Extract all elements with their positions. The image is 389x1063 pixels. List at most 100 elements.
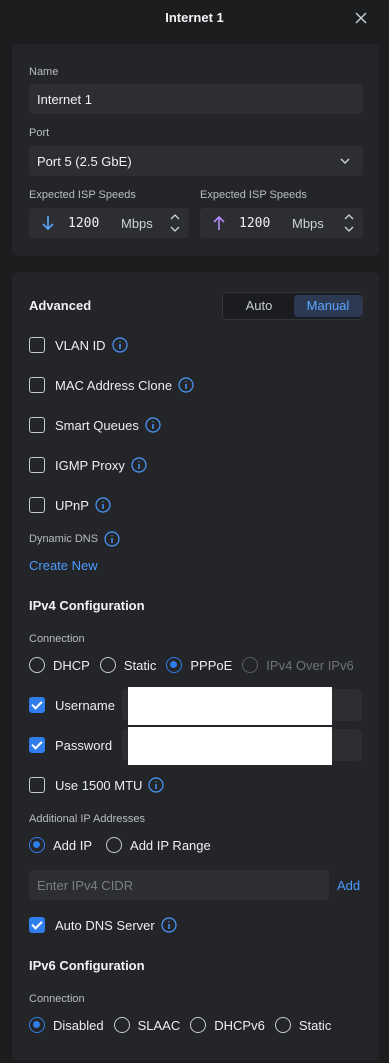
- radio[interactable]: [242, 657, 259, 673]
- ipv6-disabled-option[interactable]: Disabled: [29, 1017, 104, 1033]
- mode-toggle: Auto Manual: [222, 292, 363, 320]
- smart-queues-option[interactable]: Smart Queues: [29, 415, 161, 435]
- password-checkbox[interactable]: [29, 737, 45, 753]
- vlan-id-option[interactable]: VLAN ID: [29, 335, 128, 355]
- info-icon[interactable]: [95, 497, 111, 513]
- option-label: Static: [123, 657, 157, 673]
- radio[interactable]: [166, 657, 183, 673]
- upnp-option[interactable]: UPnP: [29, 495, 111, 515]
- mac-clone-option[interactable]: MAC Address Clone: [29, 375, 194, 395]
- download-speed-field[interactable]: 1200 Mbps: [29, 208, 189, 238]
- ipv6-connection-label: Connection: [29, 993, 85, 1005]
- radio[interactable]: [29, 837, 45, 853]
- cidr-input[interactable]: [29, 870, 329, 900]
- port-label: Port: [29, 127, 50, 139]
- dialog-title: Internet 1: [165, 10, 224, 25]
- ipv6-slaac-option[interactable]: SLAAC: [113, 1017, 181, 1033]
- info-icon[interactable]: [111, 337, 128, 353]
- option-label: Add IP: [53, 837, 93, 853]
- vlan-id-checkbox[interactable]: [29, 337, 45, 353]
- ipv4-over-ipv6-option[interactable]: IPv4 Over IPv6: [242, 657, 354, 673]
- username-field[interactable]: [122, 687, 362, 725]
- ipv4-static-option[interactable]: Static: [99, 657, 157, 673]
- ipv4-pppoe-option[interactable]: PPPoE: [166, 657, 232, 673]
- info-icon[interactable]: [104, 531, 120, 547]
- mac-clone-label: MAC Address Clone: [55, 377, 173, 393]
- advanced-card: Advanced Auto Manual VLAN ID MAC Address…: [12, 272, 379, 1060]
- redaction: [128, 687, 332, 725]
- name-value: Internet 1: [37, 92, 92, 107]
- info-icon[interactable]: [161, 917, 177, 933]
- radio[interactable]: [190, 1017, 207, 1033]
- option-label: DHCP: [53, 657, 90, 673]
- radio[interactable]: [113, 1017, 130, 1033]
- mac-clone-checkbox[interactable]: [29, 377, 45, 393]
- port-value: Port 5 (2.5 GbE): [37, 154, 132, 169]
- radio[interactable]: [29, 1017, 45, 1033]
- mode-manual-button[interactable]: Manual: [294, 295, 362, 317]
- radio[interactable]: [99, 657, 116, 673]
- username-checkbox[interactable]: [29, 697, 45, 713]
- ipv6-title: IPv6 Configuration: [29, 958, 145, 973]
- ipv4-connection-label: Connection: [29, 633, 85, 645]
- stepper-icon[interactable]: [169, 211, 181, 235]
- upnp-label: UPnP: [55, 497, 89, 513]
- vlan-id-label: VLAN ID: [55, 337, 106, 353]
- dynamic-dns-label: Dynamic DNS: [29, 533, 99, 545]
- general-card: Name Internet 1 Port Port 5 (2.5 GbE) Ex…: [12, 44, 379, 256]
- option-label: Static: [298, 1017, 332, 1033]
- option-label: DHCPv6: [214, 1017, 265, 1033]
- option-label: PPPoE: [190, 657, 233, 673]
- auto-dns-label: Auto DNS Server: [55, 917, 155, 933]
- upload-speed-value: 1200: [239, 216, 271, 231]
- info-icon[interactable]: [148, 777, 165, 793]
- password-option[interactable]: Password: [29, 735, 112, 755]
- igmp-proxy-checkbox[interactable]: [29, 457, 45, 473]
- username-label: Username: [55, 697, 115, 713]
- download-speed-unit: Mbps: [121, 216, 153, 231]
- password-field[interactable]: [122, 727, 362, 765]
- ipv6-static-option[interactable]: Static: [274, 1017, 332, 1033]
- mtu-option[interactable]: Use 1500 MTU: [29, 775, 165, 795]
- username-option[interactable]: Username: [29, 695, 115, 715]
- ipv4-title: IPv4 Configuration: [29, 598, 145, 613]
- name-label: Name: [29, 66, 59, 78]
- ipv6-dhcpv6-option[interactable]: DHCPv6: [190, 1017, 265, 1033]
- option-label: Add IP Range: [130, 837, 211, 853]
- advanced-title: Advanced: [29, 298, 92, 313]
- dynamic-dns-header: Dynamic DNS: [29, 529, 120, 549]
- smart-queues-checkbox[interactable]: [29, 417, 45, 433]
- mtu-checkbox[interactable]: [29, 777, 45, 793]
- add-ip-range-option[interactable]: Add IP Range: [106, 837, 211, 853]
- auto-dns-checkbox[interactable]: [29, 917, 45, 933]
- ipv6-connection-group: Disabled SLAAC DHCPv6 Static: [29, 1015, 341, 1035]
- option-label: IPv4 Over IPv6: [266, 657, 354, 673]
- radio[interactable]: [29, 657, 45, 673]
- port-select[interactable]: Port 5 (2.5 GbE): [29, 146, 363, 176]
- ipv4-dhcp-option[interactable]: DHCP: [29, 657, 90, 673]
- upnp-checkbox[interactable]: [29, 497, 45, 513]
- auto-dns-option[interactable]: Auto DNS Server: [29, 915, 177, 935]
- create-new-link[interactable]: Create New: [29, 558, 98, 573]
- stepper-icon[interactable]: [343, 211, 355, 235]
- option-label: SLAAC: [137, 1017, 181, 1033]
- close-icon[interactable]: [353, 10, 369, 26]
- radio[interactable]: [274, 1017, 291, 1033]
- upload-speed-label: Expected ISP Speeds: [200, 189, 307, 201]
- name-field[interactable]: Internet 1: [29, 84, 363, 114]
- mode-auto-button[interactable]: Auto: [225, 295, 293, 317]
- add-ip-option[interactable]: Add IP: [29, 837, 92, 853]
- info-icon[interactable]: [145, 417, 161, 433]
- download-speed-label: Expected ISP Speeds: [29, 189, 136, 201]
- option-label: Disabled: [53, 1017, 104, 1033]
- arrow-up-icon: [213, 215, 225, 230]
- info-icon[interactable]: [131, 457, 147, 473]
- additional-ip-label: Additional IP Addresses: [29, 813, 145, 825]
- igmp-proxy-option[interactable]: IGMP Proxy: [29, 455, 147, 475]
- cidr-input-wrapper: [29, 870, 329, 900]
- redaction: [128, 727, 332, 765]
- upload-speed-field[interactable]: 1200 Mbps: [200, 208, 363, 238]
- radio[interactable]: [106, 837, 123, 853]
- add-button[interactable]: Add: [337, 878, 360, 893]
- info-icon[interactable]: [178, 377, 194, 393]
